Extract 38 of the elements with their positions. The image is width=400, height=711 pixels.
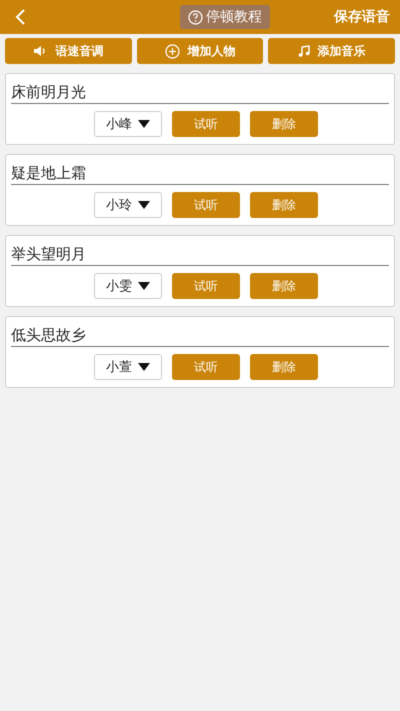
delete-button[interactable]: 删除 (250, 111, 318, 137)
voice-label: 小玲 (106, 197, 132, 214)
preview-button[interactable]: 试听 (172, 192, 240, 218)
tutorial-label: 停顿教程 (206, 8, 262, 26)
toolbar-label: 添加音乐 (318, 42, 366, 60)
music-note-icon (298, 45, 310, 57)
text-field[interactable]: 疑是地上霜 (11, 163, 389, 185)
preview-button[interactable]: 试听 (172, 273, 240, 299)
plus-circle-icon (164, 44, 180, 58)
preview-button[interactable]: 试听 (172, 354, 240, 380)
voice-dropdown[interactable]: 小雯 (94, 273, 162, 299)
toolbar-button[interactable]: 添加音乐 (268, 38, 396, 64)
caret-icon (138, 363, 150, 371)
help-icon (188, 10, 203, 24)
text-field[interactable]: 床前明月光 (11, 82, 389, 104)
delete-button[interactable]: 删除 (250, 192, 318, 218)
caret-icon (138, 282, 150, 290)
voice-dropdown[interactable]: 小峰 (94, 111, 162, 137)
voice-label: 小峰 (106, 116, 132, 133)
speaker-icon (33, 45, 48, 57)
voice-dropdown[interactable]: 小玲 (94, 192, 162, 218)
voice-label: 小萱 (106, 359, 132, 376)
text-field[interactable]: 低头思故乡 (11, 325, 389, 347)
toolbar-button[interactable]: 增加人物 (136, 38, 264, 64)
back-icon[interactable] (14, 8, 26, 26)
caret-icon (138, 201, 150, 209)
delete-button[interactable]: 删除 (250, 273, 318, 299)
preview-button[interactable]: 试听 (172, 111, 240, 137)
voice-dropdown[interactable]: 小萱 (94, 354, 162, 380)
voice-label: 小雯 (106, 278, 132, 295)
tutorial-button[interactable]: 停顿教程 (180, 5, 270, 29)
toolbar-label: 语速音调 (55, 42, 104, 60)
caret-icon (138, 120, 150, 128)
delete-button[interactable]: 删除 (250, 354, 318, 380)
toolbar-button[interactable]: 语速音调 (5, 38, 132, 64)
save-button[interactable]: 保存语音 (334, 8, 390, 26)
toolbar-label: 增加人物 (188, 42, 236, 60)
text-field[interactable]: 举头望明月 (11, 244, 389, 266)
